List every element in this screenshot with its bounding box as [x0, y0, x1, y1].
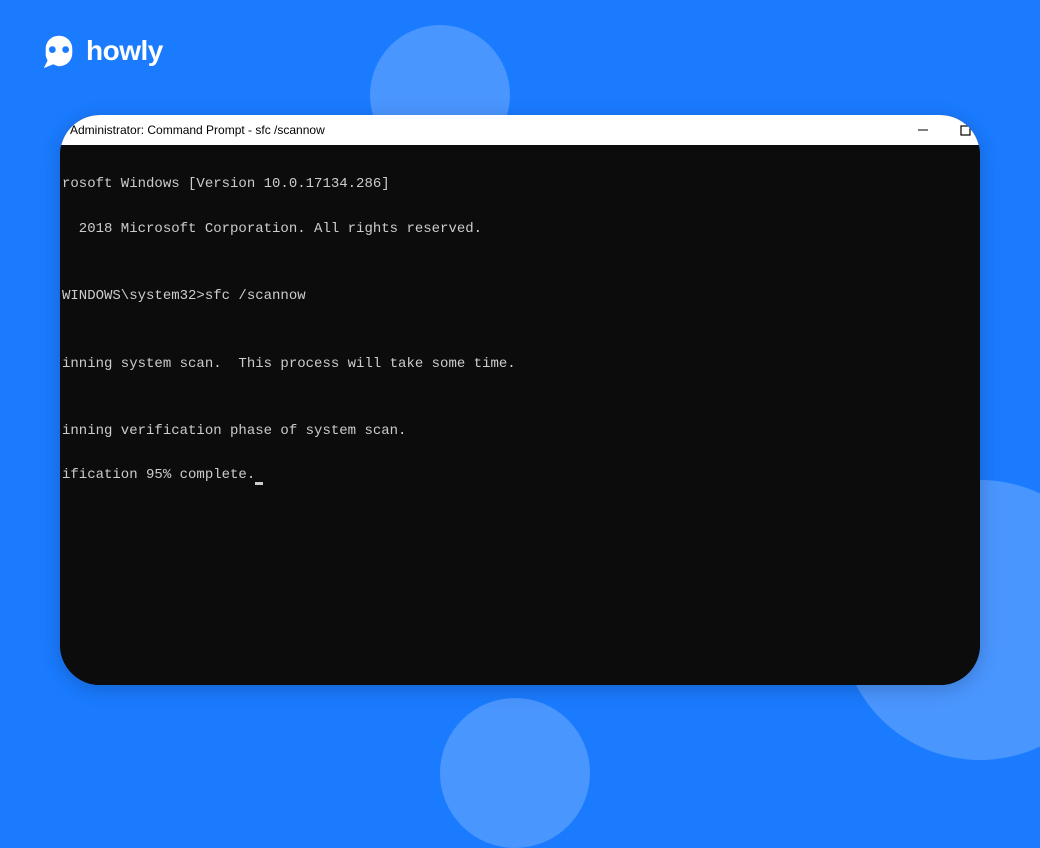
window-titlebar: Administrator: Command Prompt - sfc /sca… — [60, 115, 980, 145]
window-controls — [916, 115, 972, 145]
maximize-button[interactable] — [958, 123, 972, 137]
brand-name: howly — [86, 35, 163, 67]
terminal-line: ification 95% complete. — [62, 467, 255, 483]
terminal-cursor — [255, 482, 263, 485]
command-prompt-window: Administrator: Command Prompt - sfc /sca… — [60, 115, 980, 685]
terminal-line: inning system scan. This process will ta… — [62, 353, 978, 375]
terminal-line: inning verification phase of system scan… — [62, 420, 978, 442]
window-title: Administrator: Command Prompt - sfc /sca… — [70, 123, 325, 137]
decorative-circle — [440, 698, 590, 848]
terminal-line: rosoft Windows [Version 10.0.17134.286] — [62, 173, 978, 195]
minimize-button[interactable] — [916, 123, 930, 137]
brand-logo: howly — [40, 32, 163, 70]
terminal-line: WINDOWS\system32>sfc /scannow — [62, 285, 978, 307]
terminal-line: 2018 Microsoft Corporation. All rights r… — [62, 218, 978, 240]
owl-icon — [40, 32, 78, 70]
terminal-output[interactable]: rosoft Windows [Version 10.0.17134.286] … — [60, 145, 980, 685]
